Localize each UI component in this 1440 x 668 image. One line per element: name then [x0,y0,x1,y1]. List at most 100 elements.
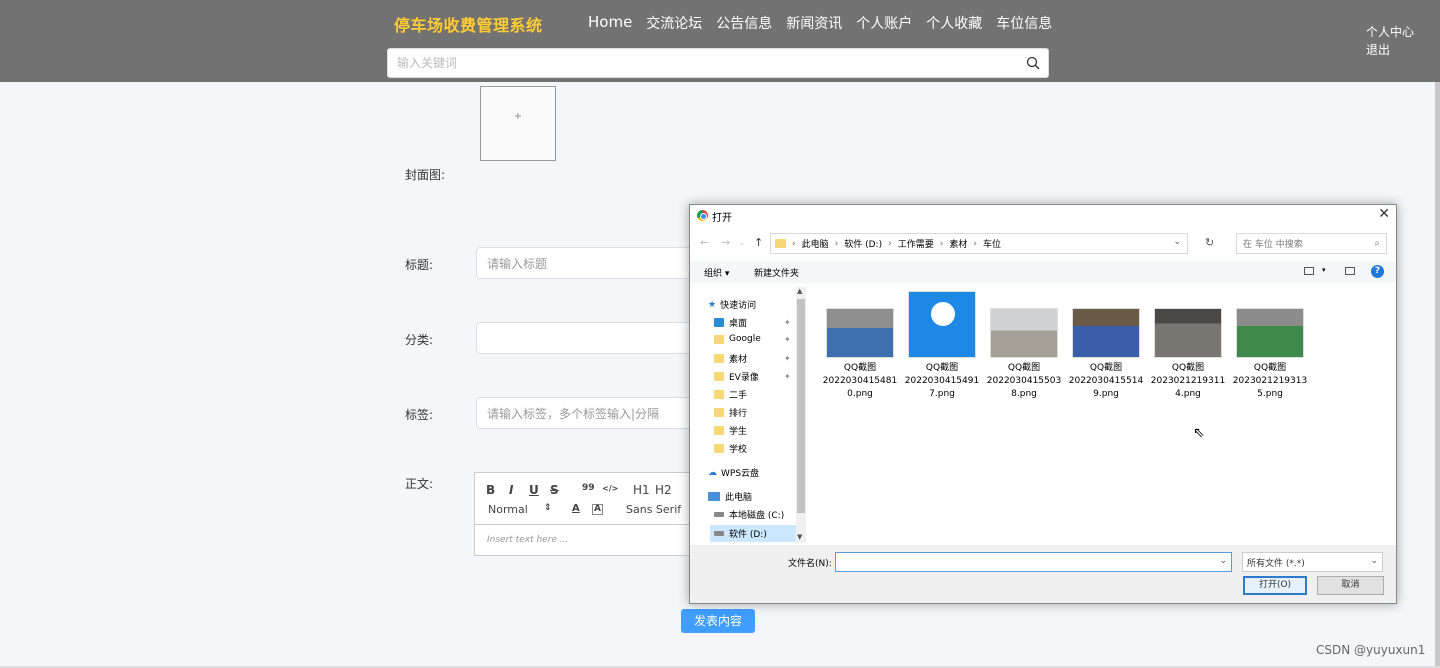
file-name: QQ截图 2022030415514 9.png [1068,363,1144,399]
address-dropdown-icon[interactable]: ⌄ [1173,237,1181,247]
background-color-icon[interactable]: A [592,504,603,515]
scroll-up-icon[interactable]: ▲ [797,287,802,295]
watermark: CSDN @yuyuxun1 [1316,643,1426,657]
tree-quick-access[interactable]: ★ 快速访问 [708,298,756,312]
tags-input[interactable]: 请输入标签，多个标签输入|分隔 [476,397,716,429]
font-select[interactable]: Sans Serif [626,503,681,516]
filename-input[interactable]: ⌄ [835,552,1232,572]
tree-second-hand[interactable]: 二手 [714,388,747,401]
blockquote-button[interactable]: 99 [582,483,595,493]
pin-icon[interactable]: ✦ [784,372,791,381]
pin-icon[interactable]: ✦ [784,335,791,344]
open-button[interactable]: 打开(O) [1243,576,1307,595]
size-select-arrow-icon[interactable]: ⇕ [544,503,552,513]
filetype-select[interactable]: 所有文件 (*.*) ⌄ [1242,552,1383,572]
tree-material[interactable]: 素材 ✦ [714,352,791,365]
tree-school[interactable]: 学校 [714,442,747,455]
view-options-icon[interactable] [1304,267,1314,275]
nav-forum[interactable]: 交流论坛 [646,13,702,33]
italic-button[interactable]: I [509,483,513,497]
file-item[interactable]: QQ截图 2022030415514 9.png [1066,308,1146,401]
logout-link[interactable]: 退出 [1366,41,1414,59]
view-dropdown-icon[interactable]: ▾ [1322,266,1326,274]
close-icon[interactable]: ✕ [1378,206,1390,222]
code-button[interactable]: </> [602,484,618,493]
size-select[interactable]: Normal [488,503,528,516]
strike-button[interactable]: S [550,483,559,497]
preview-pane-icon[interactable] [1345,267,1355,275]
filename-dropdown-icon[interactable]: ⌄ [1219,556,1227,566]
submit-button[interactable]: 发表内容 [681,609,755,633]
file-item[interactable]: QQ截图 2023021219313 5.png [1230,308,1310,401]
category-select[interactable] [476,322,716,354]
file-list: QQ截图 2022030415481 0.png QQ截图 2022030415491… [808,285,1396,543]
nav-parking[interactable]: 车位信息 [996,13,1052,33]
breadcrumb-this-pc[interactable]: 此电脑 [802,237,829,250]
nav-news[interactable]: 新闻资讯 [786,13,842,33]
tree-scrollbar[interactable]: ▲ ▼ [796,287,806,543]
dialog-titlebar[interactable]: 打开 ✕ [690,205,1396,227]
new-folder-button[interactable]: 新建文件夹 [754,266,799,279]
page-scrollbar-thumb[interactable] [1435,82,1440,668]
tree-drive-d[interactable]: 软件 (D:) [710,525,796,542]
tree-drive-c[interactable]: 本地磁盘 (C:) [714,508,784,521]
breadcrumb-work[interactable]: 工作需要 [898,237,934,250]
font-color-icon[interactable]: A [572,503,580,514]
breadcrumb-parking[interactable]: 车位 [983,237,1001,250]
scroll-down-icon[interactable]: ▼ [797,533,802,541]
tree-label: 二手 [729,391,748,401]
underline-button[interactable]: U [529,483,539,497]
cancel-button[interactable]: 取消 [1317,576,1384,595]
breadcrumb-separator: › [834,238,839,249]
title-input[interactable]: 请输入标题 [476,247,716,279]
file-item[interactable]: QQ截图 2022030415491 7.png [902,291,982,401]
site-brand[interactable]: 停车场收费管理系统 [394,12,543,36]
forward-arrow-icon[interactable]: → [721,236,730,249]
breadcrumb-material[interactable]: 素材 [949,237,967,250]
dialog-search-input[interactable]: 在 车位 中搜索 ⌕ [1236,233,1387,254]
bold-button[interactable]: B [486,483,495,497]
back-arrow-icon[interactable]: ← [700,236,709,249]
computer-icon [708,492,720,501]
user-center-link[interactable]: 个人中心 [1366,23,1414,41]
tree-students[interactable]: 学生 [714,424,747,437]
mouse-cursor-icon: ⇖ [1193,425,1205,441]
pin-icon[interactable]: ✦ [784,354,791,363]
tree-scrollbar-thumb[interactable] [797,299,805,513]
nav-notice[interactable]: 公告信息 [716,13,772,33]
nav-favorites[interactable]: 个人收藏 [926,13,982,33]
file-open-dialog: 打开 ✕ ← → ⌄ ↑ › 此电脑 › 软件 (D:) › 工作需要 › 素材… [689,204,1397,604]
editor-placeholder[interactable]: Insert text here ... [487,535,568,545]
nav-account[interactable]: 个人账户 [856,13,912,33]
file-thumbnail [1072,308,1140,358]
help-icon[interactable]: ? [1371,265,1384,278]
pin-icon[interactable]: ✦ [784,318,791,327]
tree-google[interactable]: Google ✦ [714,334,791,344]
h1-button[interactable]: H1 [633,483,650,497]
recent-dropdown-icon[interactable]: ⌄ [739,239,745,247]
h2-button[interactable]: H2 [655,483,672,497]
nav-home[interactable]: Home [588,13,632,33]
tree-this-pc[interactable]: 此电脑 [708,490,752,503]
tree-desktop[interactable]: 桌面 ✦ [714,316,791,329]
file-item[interactable]: QQ截图 2022030415503 8.png [984,308,1064,401]
refresh-icon[interactable]: ↻ [1205,236,1214,249]
breadcrumb-drive-d[interactable]: 软件 (D:) [844,237,882,250]
tree-ev-video[interactable]: EV录像 ✦ [714,370,791,383]
up-arrow-icon[interactable]: ↑ [754,236,763,249]
parking-pin-icon [931,302,955,326]
tree-wps-cloud[interactable]: ☁ WPS云盘 [708,466,759,480]
search-input[interactable] [397,49,997,77]
address-bar[interactable]: › 此电脑 › 软件 (D:) › 工作需要 › 素材 › 车位 ⌄ [770,233,1188,254]
main-nav: Home 交流论坛 公告信息 新闻资讯 个人账户 个人收藏 车位信息 [588,13,1066,33]
file-item[interactable]: QQ截图 2022030415481 0.png [820,308,900,401]
tree-ranking[interactable]: 排行 [714,406,747,419]
page-scrollbar[interactable] [1435,82,1440,668]
organize-menu[interactable]: 组织 ▾ [704,266,729,279]
dialog-search-icon[interactable]: ⌕ [1374,238,1380,249]
cover-upload-button[interactable]: + [480,86,556,161]
drive-icon [714,531,724,536]
search-icon[interactable] [1026,56,1040,70]
filetype-dropdown-icon[interactable]: ⌄ [1370,556,1378,566]
file-item[interactable]: QQ截图 2023021219311 4.png [1148,308,1228,401]
